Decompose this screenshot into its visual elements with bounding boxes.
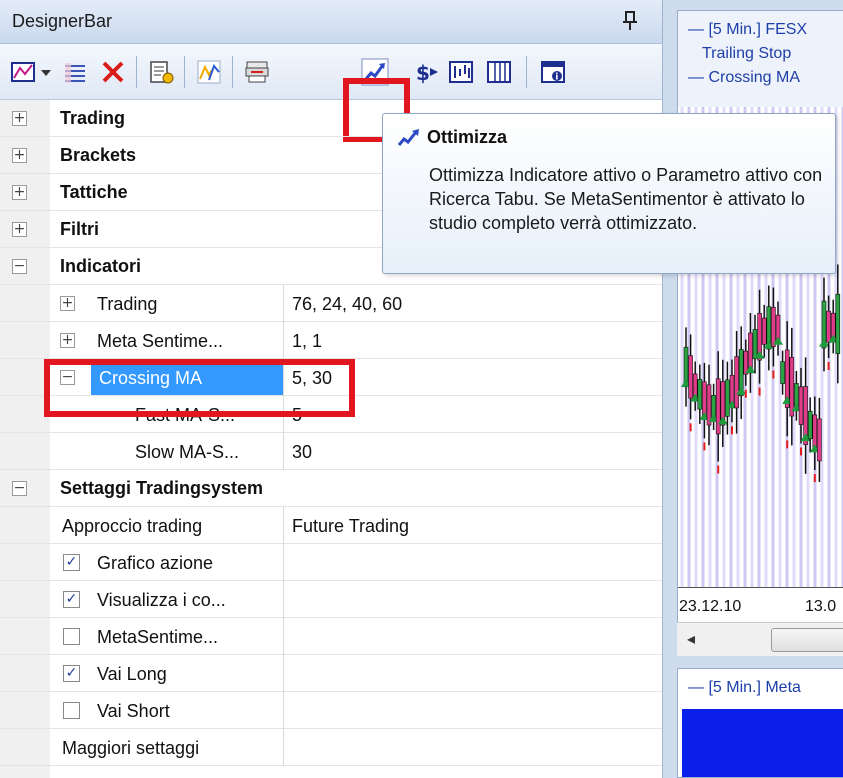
table-icon[interactable] xyxy=(484,57,514,87)
setting-row-approccio-trading[interactable]: Approccio trading Future Trading xyxy=(0,507,662,544)
report-icon[interactable] xyxy=(146,57,176,87)
setting-row-vai-short[interactable]: Vai Short xyxy=(0,692,662,729)
scroll-left-icon[interactable]: ◂ xyxy=(687,629,695,649)
expand-icon[interactable]: + xyxy=(60,333,75,348)
collapse-icon[interactable]: − xyxy=(12,481,27,496)
designer-toolbar: $ i xyxy=(0,44,662,142)
column-divider xyxy=(283,322,284,359)
chart-legend: — [5 Min.] FESX Trailing Stop — Crossing… xyxy=(678,11,843,107)
expand-icon[interactable]: + xyxy=(12,222,27,237)
toolbar-separator xyxy=(232,56,233,88)
column-divider xyxy=(283,544,284,581)
indicator-row-meta-sentimentor[interactable]: + Meta Sentime... 1, 1 xyxy=(0,322,662,359)
column-divider xyxy=(283,433,284,470)
column-divider xyxy=(283,729,284,766)
panel-titlebar: DesignerBar xyxy=(0,0,662,44)
expand-icon[interactable]: + xyxy=(12,185,27,200)
checkbox-unchecked[interactable] xyxy=(63,702,80,719)
checkbox-checked[interactable]: ✓ xyxy=(63,591,80,608)
column-divider xyxy=(283,581,284,618)
x-tick: 13.0 xyxy=(805,598,837,615)
dropdown-arrow-icon[interactable] xyxy=(38,57,54,87)
panel-title: DesignerBar xyxy=(12,11,113,31)
x-tick: 23.12.10 xyxy=(679,598,742,615)
setting-row-maggiori-settaggi[interactable]: Maggiori settaggi xyxy=(0,729,662,766)
checkbox-unchecked[interactable] xyxy=(63,628,80,645)
column-divider xyxy=(283,655,284,692)
expand-icon[interactable]: + xyxy=(60,296,75,311)
svg-text:$: $ xyxy=(416,61,430,85)
checkbox-checked[interactable]: ✓ xyxy=(63,665,80,682)
tooltip-title: Ottimizza xyxy=(427,127,508,147)
indicator-row-slow-ma[interactable]: Slow MA-S... 30 xyxy=(0,433,662,470)
toolbar-separator xyxy=(136,56,137,88)
indicator-icon[interactable] xyxy=(194,57,224,87)
wave-chart-icon[interactable] xyxy=(446,57,476,87)
chart-icon[interactable] xyxy=(8,57,38,87)
optimize-icon xyxy=(397,129,419,146)
setting-row-metasentimentor[interactable]: MetaSentime... xyxy=(0,618,662,655)
crossing-ma-highlight xyxy=(44,359,355,417)
meta-chart[interactable]: — [5 Min.] Meta xyxy=(677,668,843,778)
toolbar-separator xyxy=(526,56,527,88)
setting-row-visualizza[interactable]: ✓ Visualizza i co... xyxy=(0,581,662,618)
list-icon[interactable] xyxy=(60,57,90,87)
pin-icon[interactable] xyxy=(620,10,640,32)
dollar-signal-icon[interactable]: $ xyxy=(412,57,442,87)
price-chart[interactable]: — [5 Min.] FESX Trailing Stop — Crossing… xyxy=(677,10,843,650)
setting-row-grafico-azione[interactable]: ✓ Grafico azione xyxy=(0,544,662,581)
print-icon[interactable] xyxy=(242,57,272,87)
toolbar-separator xyxy=(184,56,185,88)
x-axis xyxy=(678,587,843,588)
expand-icon[interactable]: + xyxy=(12,111,27,126)
info-window-icon[interactable]: i xyxy=(538,57,568,87)
optimize-tooltip: Ottimizza Ottimizza Indicatore attivo o … xyxy=(382,113,836,274)
scroll-thumb[interactable] xyxy=(771,628,843,652)
column-divider xyxy=(283,285,284,322)
collapse-icon[interactable]: − xyxy=(12,259,27,274)
column-divider xyxy=(283,618,284,655)
meta-chart-area xyxy=(682,709,843,777)
tooltip-body: Ottimizza Indicatore attivo o Parametro … xyxy=(429,165,823,233)
checkbox-checked[interactable]: ✓ xyxy=(63,554,80,571)
column-divider xyxy=(283,507,284,544)
indicator-row-trading[interactable]: + Trading 76, 24, 40, 60 xyxy=(0,285,662,322)
expand-icon[interactable]: + xyxy=(12,148,27,163)
chart-scrollbar[interactable]: ◂ xyxy=(677,622,843,656)
column-divider xyxy=(283,692,284,729)
category-settaggi-tradingsystem[interactable]: − Settaggi Tradingsystem xyxy=(0,470,662,507)
delete-icon[interactable] xyxy=(98,57,128,87)
svg-text:i: i xyxy=(555,73,558,83)
setting-row-vai-long[interactable]: ✓ Vai Long xyxy=(0,655,662,692)
